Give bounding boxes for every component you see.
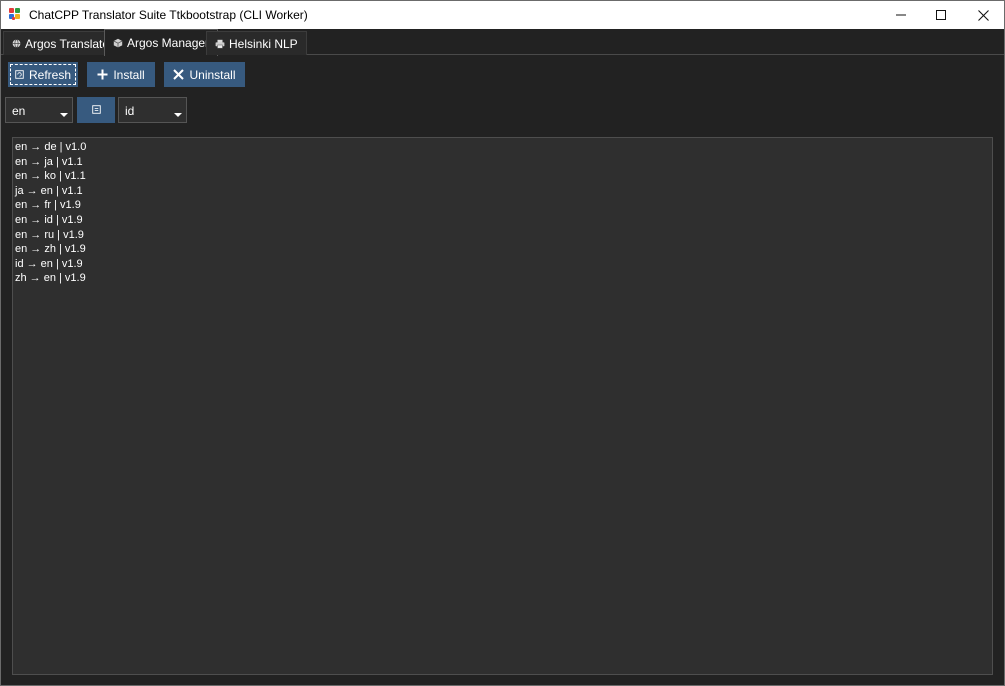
maximize-button[interactable] [919,1,963,29]
source-language-value: en [12,104,26,118]
source-language-select[interactable]: en [5,97,73,123]
tab-label: Argos Translate [25,36,110,51]
install-button[interactable]: Install [87,62,155,87]
swap-languages-button[interactable] [77,97,115,123]
window-title: ChatCPP Translator Suite Ttkbootstrap (C… [29,8,308,22]
x-icon [173,69,185,80]
chevron-down-icon [60,113,68,117]
list-item[interactable]: en → zh | v1.9 [15,242,86,256]
package-icon [113,38,123,48]
chevron-down-icon [174,113,182,117]
target-language-select[interactable]: id [118,97,187,123]
uninstall-label: Uninstall [189,67,236,82]
app-window: ChatCPP Translator Suite Ttkbootstrap (C… [0,0,1005,686]
tab-argos-translate[interactable]: Argos Translate [3,31,119,55]
uninstall-button[interactable]: Uninstall [164,62,245,87]
list-item[interactable]: en → de | v1.0 [15,140,86,154]
list-item[interactable]: en → id | v1.9 [15,213,83,227]
list-item[interactable]: en → fr | v1.9 [15,198,81,212]
minimize-button[interactable] [879,1,923,29]
list-item[interactable]: ja → en | v1.1 [15,184,83,198]
close-icon [977,9,989,21]
plus-icon [97,69,108,80]
install-label: Install [113,67,145,82]
package-listbox[interactable]: en → de | v1.0 en → ja | v1.1 en → ko | v1… [12,137,993,675]
refresh-button[interactable]: Refresh [8,62,78,87]
close-button[interactable] [961,1,1005,29]
tab-argos-manager[interactable]: Argos Manager [104,29,219,56]
minimize-icon [896,14,906,16]
target-language-value: id [125,104,135,118]
list-item[interactable]: id → en | v1.9 [15,257,83,271]
title-bar: ChatCPP Translator Suite Ttkbootstrap (C… [1,1,1004,29]
tab-label: Argos Manager [127,36,210,50]
tab-bar: Argos Translate Argos Manager Helsinki N… [1,29,1004,56]
tab-helsinki-nlp[interactable]: Helsinki NLP [206,31,307,55]
maximize-icon [936,10,946,20]
list-item[interactable]: en → ko | v1.1 [15,169,86,183]
list-item[interactable]: en → ru | v1.9 [15,228,84,242]
swap-icon [91,103,101,117]
refresh-icon [15,70,24,79]
list-item[interactable]: zh → en | v1.9 [15,271,86,285]
printer-icon [215,39,225,49]
list-item[interactable]: en → ja | v1.1 [15,155,83,169]
app-logo-icon [9,8,23,22]
tab-label: Helsinki NLP [229,36,298,51]
globe-icon [12,39,21,48]
refresh-label: Refresh [28,67,72,82]
